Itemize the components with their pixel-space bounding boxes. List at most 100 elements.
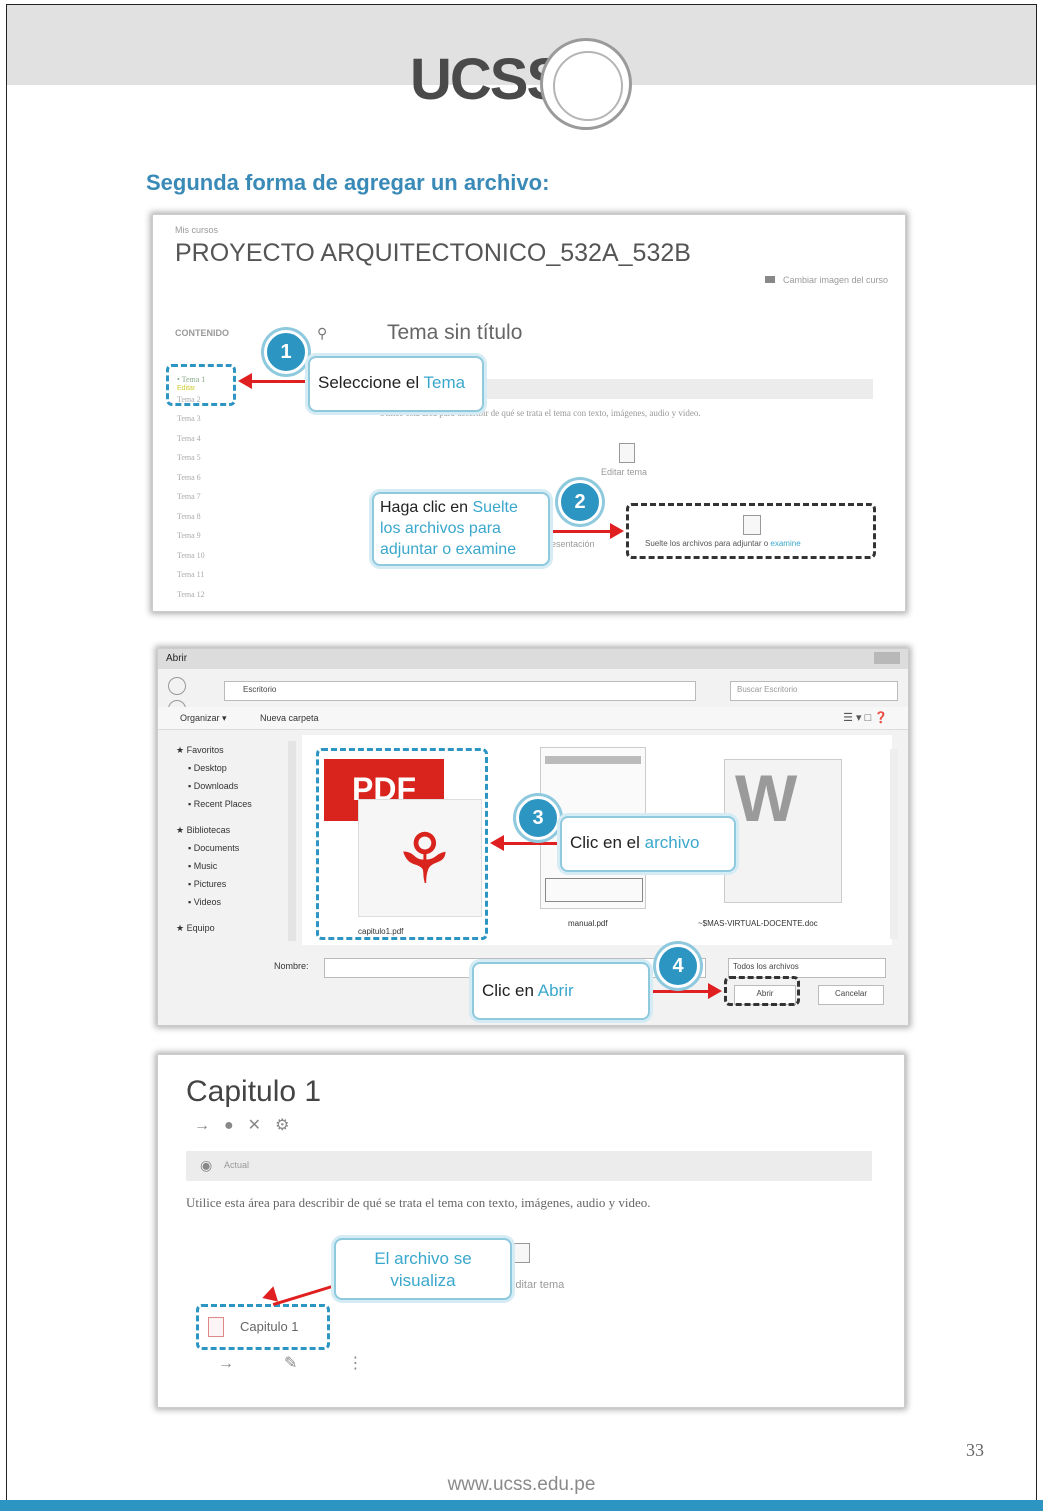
nav-scrollbar[interactable]	[288, 741, 296, 941]
window-title: Abrir	[166, 653, 188, 664]
nav-group-header[interactable]: ★ Favoritos	[176, 741, 286, 759]
word-file-name[interactable]: ~$MAS-VIRTUAL-DOCENTE.doc	[698, 919, 818, 928]
callout3-text: Clic en el	[570, 833, 645, 852]
nav-item[interactable]: ▪ Desktop	[176, 759, 286, 777]
topic-list-item[interactable]: Tema 3	[177, 414, 205, 434]
thumbnail-table	[545, 878, 643, 902]
step-badge-1: 1	[264, 330, 308, 374]
change-image-label: Cambiar imagen del curso	[783, 275, 889, 285]
callout3-highlight: archivo	[644, 833, 700, 852]
address-bar[interactable]: Escritorio	[224, 681, 696, 701]
topic-list-item[interactable]: Tema 7	[177, 492, 205, 512]
bottom-accent-band	[0, 1500, 1043, 1511]
callout-click-open: Clic en Abrir	[472, 962, 650, 1020]
nav-item[interactable]: ▪ Music	[176, 857, 286, 875]
file-type-select[interactable]: Todos los archivos	[728, 958, 886, 978]
change-image-link[interactable]: Cambiar imagen del curso	[765, 275, 888, 285]
nav-group-header[interactable]: ★ Equipo	[176, 919, 286, 937]
arrow-to-open	[650, 983, 722, 999]
nav-item[interactable]: ▪ Videos	[176, 893, 286, 911]
nav-group-header[interactable]: ★ Bibliotecas	[176, 821, 286, 839]
edit-topic-label[interactable]: Editar tema	[508, 1279, 564, 1291]
callout-file-visible: El archivo se visualiza	[334, 1238, 512, 1300]
edit-topic-label[interactable]: Editar tema	[601, 467, 647, 477]
search-icon[interactable]: ⚲	[317, 325, 327, 342]
nav-item[interactable]: ▪ Downloads	[176, 777, 286, 795]
ucss-logo: UCSS	[410, 38, 640, 134]
status-label: Actual	[224, 1160, 250, 1170]
nav-item[interactable]: ▪ Recent Places	[176, 795, 286, 813]
callout1-text: Seleccione el	[318, 373, 424, 392]
topic-list-item[interactable]: Tema 8	[177, 512, 205, 532]
file-highlight-box	[196, 1304, 330, 1350]
contents-label: CONTENIDO	[175, 328, 229, 338]
pdf-highlight-box	[316, 748, 488, 940]
callout-select-topic: Seleccione el Tema	[308, 356, 484, 412]
callout4-highlight: Abrir	[537, 981, 574, 1000]
close-window-icon[interactable]	[874, 652, 900, 664]
nav-item[interactable]: ▪ Pictures	[176, 875, 286, 893]
topic-action-icons[interactable]: →●✕⚙	[194, 1115, 303, 1135]
filename-label: Nombre:	[274, 961, 309, 971]
manual-file-name[interactable]: manual.pdf	[568, 919, 608, 928]
arrow-to-tema	[238, 373, 308, 389]
callout2-text: Haga clic en	[380, 499, 473, 516]
breadcrumb[interactable]: Mis cursos	[175, 225, 218, 235]
nav-item[interactable]: ▪ Documents	[176, 839, 286, 857]
word-letter: W	[735, 761, 798, 835]
new-folder-button[interactable]: Nueva carpeta	[260, 713, 319, 723]
search-placeholder: Buscar Escritorio	[737, 685, 798, 694]
topic-title[interactable]: Tema sin título	[387, 321, 522, 345]
view-options-icon[interactable]: ☰ ▾ □ ❓	[843, 711, 888, 724]
topic-list-item[interactable]: Tema 5	[177, 453, 205, 473]
toolbar: Organizar ▾ Nueva carpeta ☰ ▾ □ ❓	[158, 707, 908, 730]
step-badge-2: 2	[558, 480, 602, 524]
chapter-title: Capitulo 1	[186, 1075, 322, 1108]
search-box[interactable]: Buscar Escritorio	[730, 681, 898, 701]
edit-document-icon[interactable]	[514, 1243, 530, 1263]
callout-click-drop: Haga clic en Suelte los archivos para ad…	[372, 492, 550, 566]
step-badge-4: 4	[656, 944, 700, 988]
eye-icon: ◉	[200, 1157, 213, 1173]
file-action-icons[interactable]: →✎⋮	[218, 1353, 413, 1373]
back-forward-buttons[interactable]	[168, 677, 208, 718]
footer-url[interactable]: www.ucss.edu.pe	[0, 1474, 1043, 1496]
page-number: 33	[966, 1440, 984, 1460]
organize-menu[interactable]: Organizar ▾	[180, 713, 227, 724]
file-type-value: Todos los archivos	[733, 962, 799, 971]
word-icon[interactable]: W	[724, 759, 842, 903]
file-list-scrollbar[interactable]	[890, 749, 898, 939]
course-title: PROYECTO ARQUITECTONICO_532A_532B	[175, 239, 691, 267]
chapter-description: Utilice esta área para describir de qué …	[186, 1195, 651, 1210]
arrow-to-drop-zone	[552, 523, 624, 539]
image-icon	[765, 276, 775, 283]
window-titlebar: Abrir	[158, 649, 908, 669]
status-bar: ◉ Actual	[186, 1151, 872, 1181]
cancel-button[interactable]: Cancelar	[818, 985, 884, 1005]
topic-list-item[interactable]: Tema 12	[177, 590, 205, 610]
navigation-pane: ★ Favoritos ▪ Desktop ▪ Downloads ▪ Recent …	[176, 741, 286, 945]
drop-left-text: presentación	[543, 539, 595, 549]
screenshot-result: Capitulo 1 →●✕⚙ ◉ Actual Utilice esta ár…	[157, 1054, 905, 1408]
section-title: Segunda forma de agregar un archivo:	[146, 170, 550, 195]
step-badge-3: 3	[516, 796, 560, 840]
topic-list-item[interactable]: Tema 6	[177, 473, 205, 493]
drop-zone-highlight-box	[626, 503, 876, 559]
topic-list: • Tema 1 Editar Tema 2 Tema 3 Tema 4 Tema 5 Te…	[177, 375, 205, 609]
callout1-highlight: Tema	[423, 373, 466, 392]
callout-click-file: Clic en el archivo	[560, 816, 736, 872]
university-seal-icon	[540, 38, 632, 130]
tema1-highlight-box	[166, 364, 236, 406]
topic-list-item[interactable]: Tema 9	[177, 531, 205, 551]
open-button-highlight-box	[724, 976, 800, 1006]
topic-list-item[interactable]: Tema 10	[177, 551, 205, 571]
topic-list-item[interactable]: Tema 4	[177, 434, 205, 454]
arrow-to-pdf	[490, 835, 562, 851]
topic-list-item[interactable]: Tema 11	[177, 570, 205, 590]
back-icon[interactable]	[168, 677, 186, 695]
edit-document-icon[interactable]	[619, 443, 635, 463]
callout4-text: Clic en	[482, 981, 538, 1000]
thumbnail-header	[545, 756, 641, 764]
